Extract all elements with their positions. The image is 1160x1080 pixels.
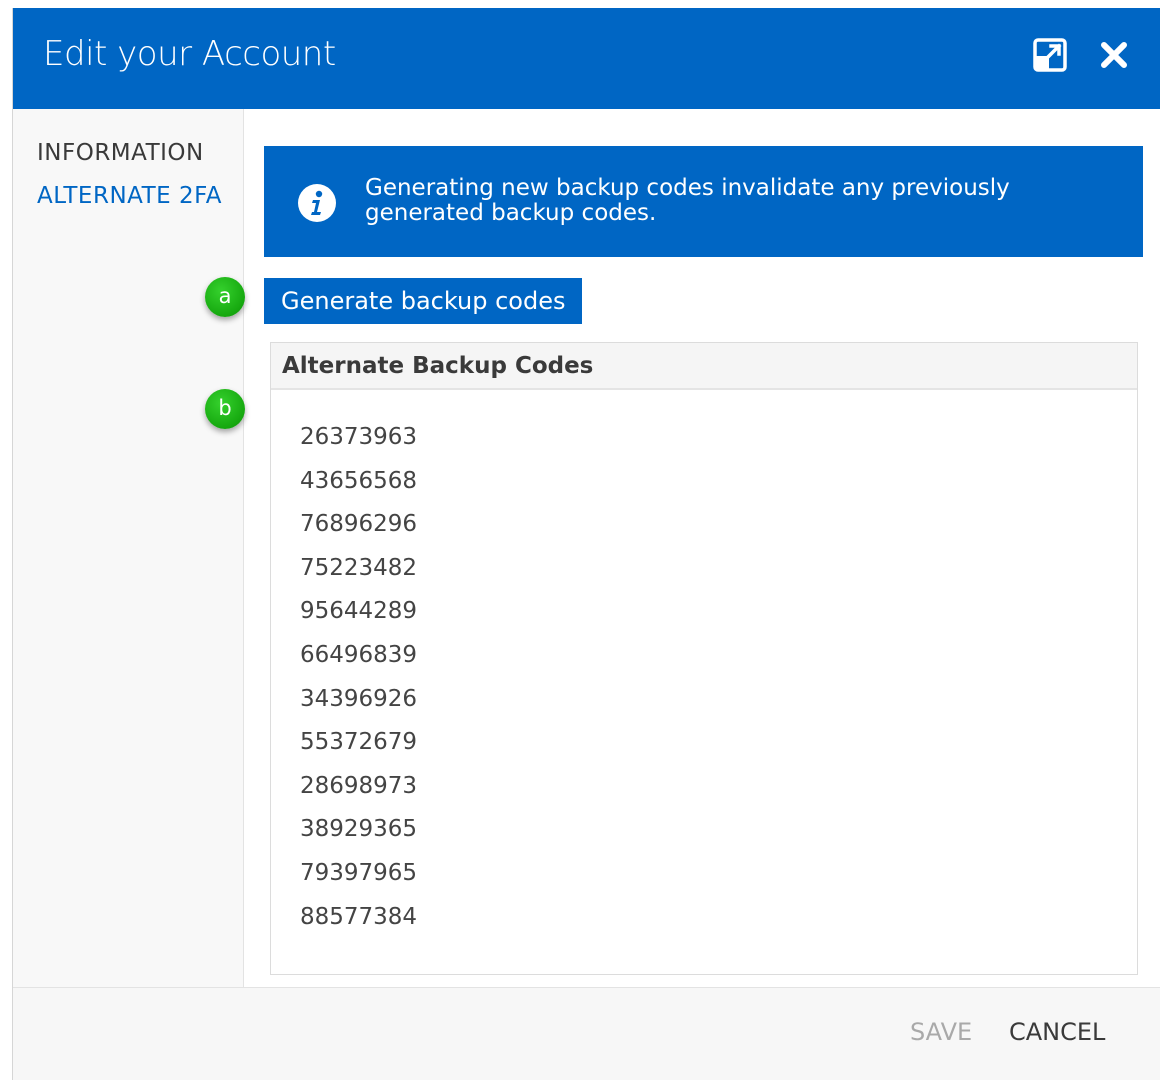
backup-code: 28698973 — [300, 772, 418, 799]
backup-code: 88577384 — [300, 903, 418, 930]
backup-code: 95644289 — [300, 598, 418, 625]
info-banner: Generating new backup codes invalidate a… — [264, 146, 1143, 257]
backup-code: 55372679 — [300, 729, 418, 756]
backup-code: 26373963 — [300, 424, 418, 450]
maximize-button[interactable] — [1033, 38, 1067, 72]
close-button[interactable] — [1097, 38, 1131, 72]
backup-codes-panel: Alternate Backup Codes 26373963 43656568… — [270, 342, 1138, 975]
dialog-footer: SAVE CANCEL — [13, 987, 1160, 1080]
info-icon — [298, 184, 336, 222]
cancel-button[interactable]: CANCEL — [1009, 1018, 1105, 1046]
dialog-titlebar: Edit your Account — [13, 8, 1160, 109]
save-button[interactable]: SAVE — [910, 1018, 972, 1046]
maximize-icon — [1033, 38, 1067, 72]
backup-codes-header: Alternate Backup Codes — [271, 343, 1137, 390]
callout-marker-a: a — [205, 277, 245, 317]
sidebar-item-information[interactable]: INFORMATION — [37, 138, 204, 168]
sidebar: INFORMATION ALTERNATE 2FA — [13, 109, 244, 987]
dialog-body: INFORMATION ALTERNATE 2FA Generating new… — [13, 109, 1160, 987]
backup-code: 79397965 — [300, 859, 418, 886]
backup-code: 75223482 — [300, 554, 418, 581]
main-content: Generating new backup codes invalidate a… — [244, 109, 1160, 987]
callout-marker-b: b — [205, 389, 245, 429]
backup-code: 76896296 — [300, 511, 418, 538]
generate-backup-codes-button[interactable]: Generate backup codes — [264, 278, 583, 324]
info-message: Generating new backup codes invalidate a… — [365, 175, 1010, 226]
backup-code: 43656568 — [300, 467, 418, 494]
sidebar-item-alternate-2fa[interactable]: ALTERNATE 2FA — [37, 181, 227, 211]
backup-code: 38929365 — [300, 816, 418, 843]
backup-codes-list: 26373963 43656568 76896296 75223482 9564… — [271, 390, 1137, 943]
dialog-title: Edit your Account — [43, 34, 336, 74]
close-icon — [1101, 42, 1127, 68]
backup-code: 66496839 — [300, 641, 418, 668]
edit-account-dialog: Edit your Account INFORMATION ALTERNATE … — [12, 8, 1160, 1080]
backup-code: 34396926 — [300, 685, 418, 712]
